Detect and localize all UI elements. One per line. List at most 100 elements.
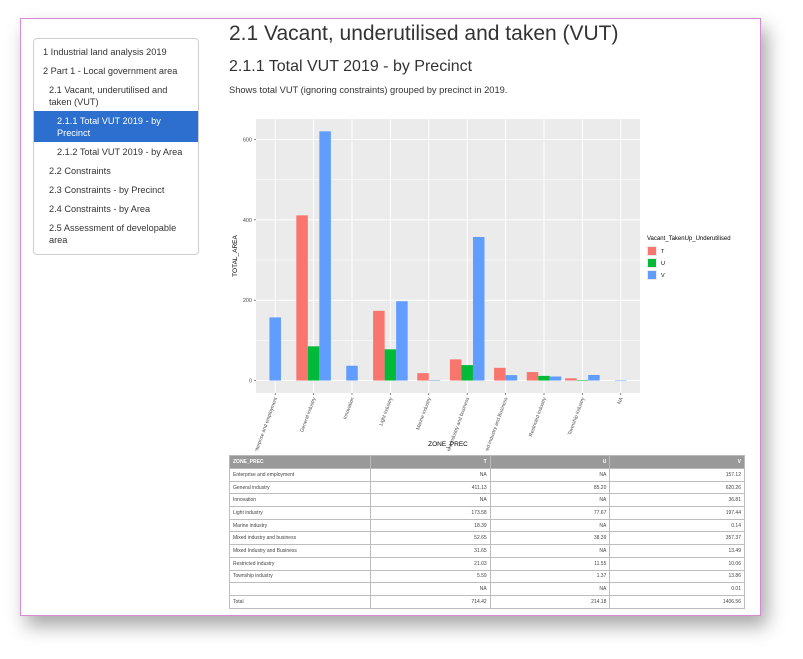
legend-label: V <box>661 273 665 279</box>
legend-key-U <box>648 259 656 267</box>
toc-item[interactable]: 2.2 Constraints <box>34 161 198 180</box>
table-row: Township industry 5.59 1.37 13.86 <box>229 569 745 584</box>
toc-item[interactable]: 2.5 Assessment of developable area <box>34 218 198 249</box>
table-header-row: ZONE_PREC T U V <box>229 455 745 469</box>
table-cell: NA <box>370 493 491 508</box>
document-window: 1 Industrial land analysis 2019 2 Part 1 … <box>20 18 761 616</box>
bar-T <box>449 359 462 381</box>
bar-V <box>396 301 408 381</box>
toc-item[interactable]: 2.1 Vacant, underutilised and taken (VUT… <box>34 80 198 111</box>
y-tick-label: 200 <box>243 298 252 304</box>
table-row: Innovation NA NA 36.81 <box>229 493 745 508</box>
bar-U <box>538 375 550 381</box>
y-tick-label: 0 <box>249 379 252 385</box>
table-cell: 13.49 <box>609 544 745 558</box>
bar-V <box>346 365 358 381</box>
bar-V <box>472 236 485 381</box>
table-cell: 1406.56 <box>609 594 745 609</box>
table-row: Mixed Industry and Business 31.65 NA 13.49 <box>229 544 745 558</box>
table-cell: Restricted industry <box>229 556 371 571</box>
table-cell: NA <box>370 468 491 482</box>
table-cell: NA <box>489 493 611 508</box>
table-cell: 1.37 <box>489 569 611 584</box>
x-tick-label: Township industry <box>567 396 586 436</box>
x-tick-label: Marine industry <box>415 396 432 431</box>
bar-T <box>296 215 308 381</box>
table-cell: 21.03 <box>370 556 491 571</box>
table-cell: 38.39 <box>489 531 611 546</box>
table-header-cell[interactable]: U <box>489 455 611 469</box>
page-title: 2.1 Vacant, underutilised and taken (VUT… <box>229 22 619 45</box>
table-header-cell[interactable]: T <box>370 455 491 469</box>
table-cell: NA <box>489 544 611 558</box>
x-tick-label: Restricted industry <box>528 396 548 437</box>
table-cell: Township industry <box>229 569 371 584</box>
table-cell <box>229 582 371 596</box>
bar-T <box>494 367 506 381</box>
bar-V <box>505 375 518 381</box>
bar-V <box>615 380 627 382</box>
bar-V <box>319 131 331 381</box>
table-of-contents: 1 Industrial land analysis 2019 2 Part 1 … <box>33 38 199 255</box>
vut-data-table: ZONE_PREC T U V Enterprise and employment NA… <box>229 455 745 609</box>
toc-item[interactable]: 2.1.2 Total VUT 2019 - by Area <box>34 142 198 161</box>
y-tick-label: 400 <box>243 218 252 224</box>
table-cell: Innovation <box>229 493 371 508</box>
toc-item[interactable]: 2.1.1 Total VUT 2019 - by Precinct <box>34 111 198 142</box>
table-row: NA NA 0.01 <box>229 582 745 596</box>
vut-bar-chart: 0 200 400 600 Enterprise and employment Gener… <box>229 101 749 459</box>
table-row: General industry 411.13 85.20 620.26 <box>229 480 745 495</box>
toc-item[interactable]: 1 Industrial land analysis 2019 <box>34 42 198 61</box>
bar-U <box>307 346 320 381</box>
table-header-cell[interactable]: ZONE_PREC <box>229 455 371 469</box>
table-cell: 197.44 <box>609 506 745 520</box>
x-tick-label: General industry <box>299 396 317 433</box>
table-cell: 214.18 <box>489 594 611 609</box>
x-tick-label: NA <box>617 396 625 405</box>
bar-V <box>588 374 600 381</box>
bar-U <box>576 379 589 381</box>
table-cell: 5.59 <box>370 569 491 584</box>
table-cell: 52.65 <box>370 531 491 546</box>
table-cell: Light industry <box>229 506 371 520</box>
table-cell: 85.20 <box>489 480 611 495</box>
table-cell: 620.26 <box>609 480 745 495</box>
table-cell: Enterprise and employment <box>229 468 371 482</box>
x-tick-label: Light industry <box>378 396 394 426</box>
x-tick-label: Enterprise and employment <box>253 396 280 451</box>
toc-item[interactable]: 2.3 Constraints - by Precinct <box>34 180 198 199</box>
table-cell: 411.13 <box>370 480 491 495</box>
bar-T <box>565 378 577 381</box>
toc-item[interactable]: 2 Part 1 - Local government area <box>34 61 198 80</box>
table-cell: NA <box>489 518 611 533</box>
table-row: Total 714.42 214.18 1406.56 <box>229 594 745 609</box>
bar-T <box>417 373 429 381</box>
table-cell: 13.86 <box>609 569 745 584</box>
table-cell: Mixed Industry and Business <box>229 544 371 558</box>
bar-V <box>549 376 562 381</box>
section-description: Shows total VUT (ignoring constraints) g… <box>229 85 508 95</box>
x-tick-label: Innovation <box>342 396 356 420</box>
table-cell: 173.58 <box>370 506 491 520</box>
table-cell: NA <box>489 468 611 482</box>
table-cell: 31.65 <box>370 544 491 558</box>
x-axis-title: ZONE_PREC <box>428 441 468 448</box>
legend-label: T <box>661 249 665 255</box>
table-cell: 18.39 <box>370 518 491 533</box>
table-cell: 714.42 <box>370 594 491 609</box>
toc-item[interactable]: 2.4 Constraints - by Area <box>34 199 198 218</box>
bar-V <box>428 380 441 381</box>
table-row: Light industry 173.58 77.67 197.44 <box>229 506 745 520</box>
table-cell: 10.06 <box>609 556 745 571</box>
x-tick-label: Mixed Industry and Business <box>482 396 510 451</box>
table-header-cell[interactable]: V <box>609 455 745 469</box>
table-cell: 11.55 <box>489 556 611 571</box>
bar-V <box>269 317 281 381</box>
table-cell: Marine industry <box>229 518 371 533</box>
table-cell: General industry <box>229 480 371 495</box>
chart-svg: 0 200 400 600 Enterprise and employment Gener… <box>232 119 731 459</box>
legend-key-V <box>648 271 656 279</box>
table-cell: NA <box>489 582 611 596</box>
y-axis-title: TOTAL_AREA <box>232 235 239 277</box>
table-cell: 77.67 <box>489 506 611 520</box>
